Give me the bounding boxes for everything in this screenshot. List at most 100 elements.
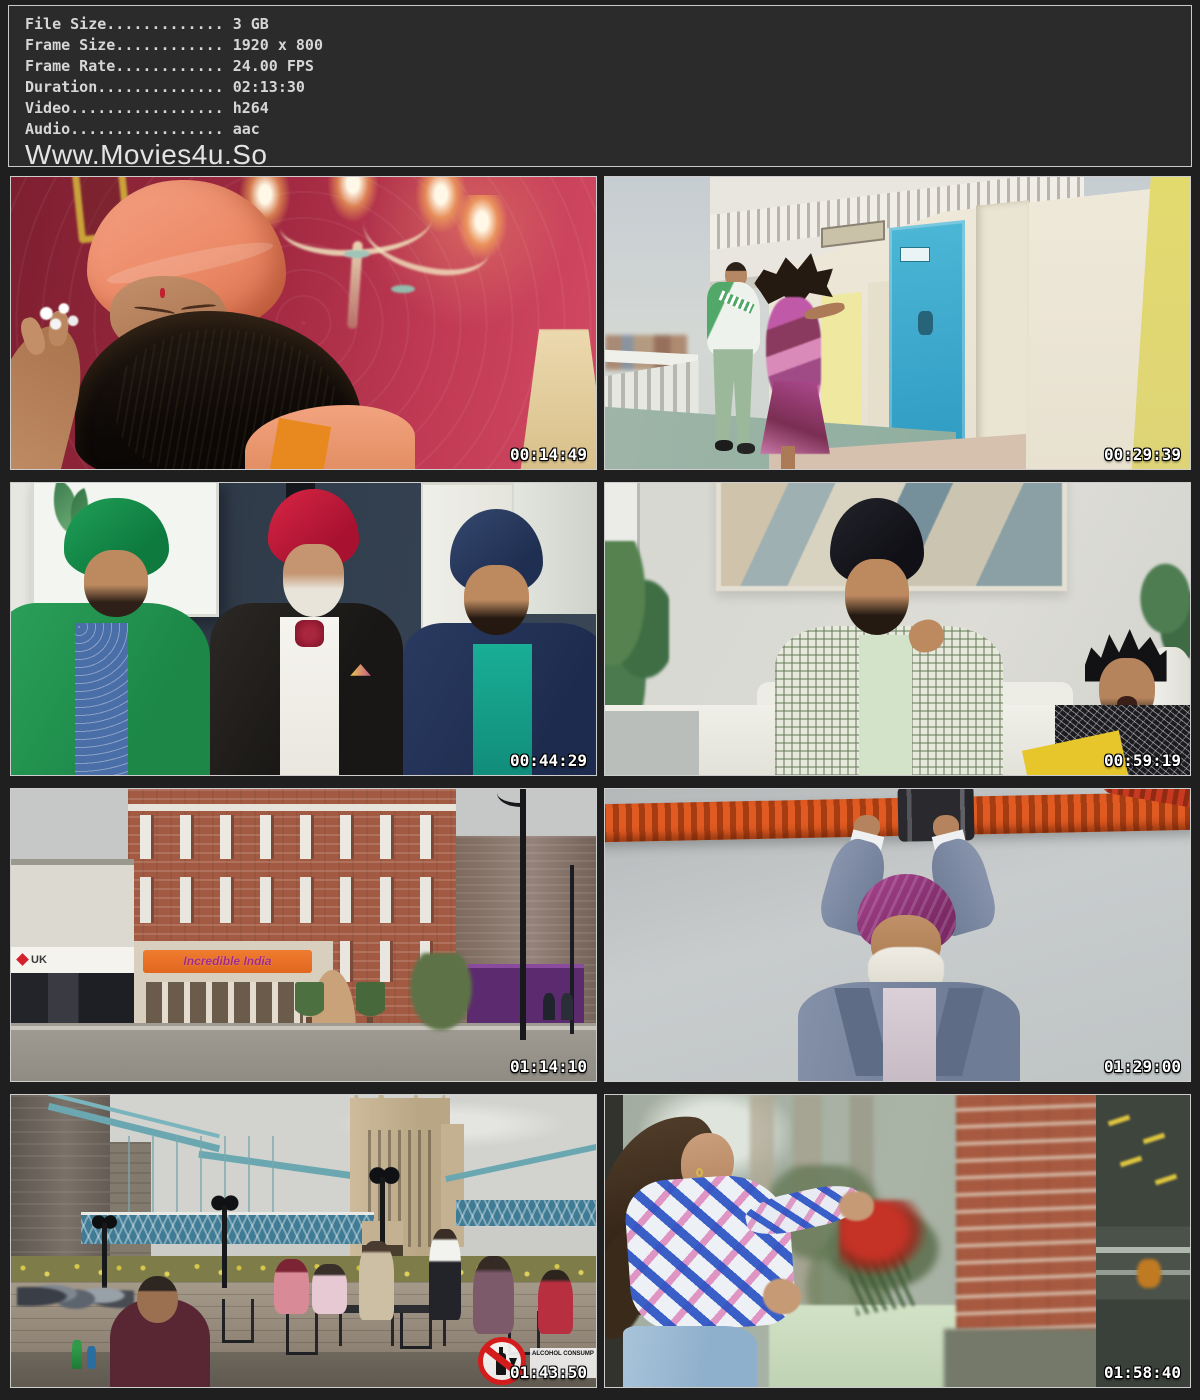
media-info-panel: File Size............. 3 GB Frame Size...…: [8, 5, 1192, 167]
meta-label: File Size.............: [25, 15, 224, 33]
scene6-shirt: [883, 988, 936, 1081]
timestamp-badge: 01:29:00: [1104, 1059, 1181, 1075]
scene5-pedestrian: [561, 993, 573, 1019]
scene7-bridge-deck: [81, 1212, 374, 1244]
thumbnail-7-tower-bridge-cafe: ALCOHOL CONSUMPTION IS INJURIOUS 01:43:5…: [10, 1094, 597, 1388]
scene7-maroon-turban-man: [274, 1259, 309, 1314]
scene5-street: UK Incredible India: [11, 789, 596, 1081]
scene2-door-plate: [900, 247, 929, 262]
meta-row-file-size: File Size............. 3 GB: [25, 14, 1191, 35]
scene5-dark-shop-window: [11, 973, 134, 1028]
scene1-white-flowers: [29, 297, 88, 338]
scene2-woman-leg: [781, 446, 795, 469]
scene5-pedestrian: [543, 993, 555, 1019]
scene8-hoop-earring: [696, 1168, 703, 1177]
meta-value: 24.00 FPS: [233, 57, 314, 75]
timestamp-badge: 01:14:10: [510, 1059, 587, 1075]
scene2-promenade: [605, 177, 1190, 469]
scene1-room: [11, 177, 596, 469]
timestamp-badge: 00:59:19: [1104, 753, 1181, 769]
meta-value: h264: [233, 99, 269, 117]
thumbnail-grid: 00:14:49: [10, 176, 1191, 1388]
meta-row-video: Video................. h264: [25, 98, 1191, 119]
scene4-man1-face: [845, 559, 909, 635]
scene7-cable-hangers: [128, 1136, 280, 1212]
scene8-throwing-hand: [839, 1191, 874, 1220]
scene3-room: [11, 483, 596, 775]
scene7-man-red-shirt: [538, 1270, 573, 1334]
scene7-cafe-chair: [286, 1311, 318, 1355]
meta-label: Frame Size............: [25, 36, 224, 54]
meta-row-frame-rate: Frame Rate............ 24.00 FPS: [25, 56, 1191, 77]
scene2-sneaker: [737, 443, 755, 455]
scene1-candle-glow: [456, 195, 508, 261]
meta-label: Frame Rate............: [25, 57, 224, 75]
scene7-beige-hoodie-man: [359, 1241, 394, 1320]
scene4-man1-sage-shirt: [859, 635, 912, 775]
scene5-lamp-post: [520, 789, 526, 1040]
scene5-incredible-india-sign: Incredible India: [143, 950, 313, 973]
scene2-sneaker: [715, 440, 733, 452]
scene1-glass-bobeche: [391, 285, 415, 293]
scene7-cafe-chair: [222, 1299, 254, 1343]
scene7-blue-bottle: [87, 1346, 96, 1369]
scene8-pale-green-planter: [769, 1305, 968, 1387]
scene5-window-row: [140, 815, 444, 859]
scene1-tilak-mark: [160, 288, 165, 298]
scene3-man2-cravat: [295, 620, 324, 646]
scene7-woman-in-pink: [312, 1264, 347, 1314]
thumbnail-8-woman-flowers: 01:58:40: [604, 1094, 1191, 1388]
scene8-brick-base-blur: [944, 1329, 1108, 1387]
scene7-seated-crowd: [17, 1270, 134, 1323]
scene5-cornice: [128, 804, 456, 811]
meta-value: aac: [233, 120, 260, 138]
scene8-blue-jeans: [623, 1326, 758, 1387]
timestamp-badge: 00:14:49: [510, 447, 587, 463]
meta-value: 3 GB: [233, 15, 269, 33]
scene4-living-room: [605, 483, 1190, 775]
meta-row-audio: Audio................. aac: [25, 119, 1191, 140]
scene4-grey-throw: [605, 711, 699, 775]
meta-label: Duration..............: [25, 78, 224, 96]
scene1-glass-bobeche: [344, 250, 370, 258]
scene6-sky: [605, 789, 1190, 1081]
meta-row-duration: Duration.............. 02:13:30: [25, 77, 1191, 98]
scene5-red-shop-logo: [16, 953, 29, 966]
scene5-road: [11, 1023, 596, 1081]
scene2-door-latch: [918, 311, 933, 334]
scene7-bridge-deck: [456, 1200, 596, 1226]
scene8-railing: [1096, 1247, 1190, 1253]
meta-label: Audio.................: [25, 120, 224, 138]
meta-value: 1920 x 800: [233, 36, 323, 54]
scene5-uk-shop-text: UK: [31, 954, 47, 966]
meta-value: 02:13:30: [233, 78, 305, 96]
warning-text: ALCOHOL CONSUMPTION IS INJURIOUS: [532, 1350, 594, 1358]
scene2-man-track-jacket: [707, 282, 760, 355]
thumbnail-4-sofa-men: 00:59:19: [604, 482, 1191, 776]
timestamp-badge: 00:44:29: [510, 753, 587, 769]
scene1-candle-glow: [327, 177, 379, 223]
scene1-saffron-sash: [270, 418, 331, 469]
thumbnail-5-london-street: UK Incredible India 01:14:10: [10, 788, 597, 1082]
scene7-foreground-man-head: [137, 1276, 178, 1323]
scene7-waiter-black-vest: [429, 1229, 461, 1320]
scene5-uk-shop-fascia: UK: [11, 947, 134, 973]
scene3-man3-face: [464, 565, 528, 635]
scene3-man1-blue-shirt: [75, 623, 128, 775]
scene5-street-tree: [403, 953, 479, 1041]
thumbnail-3-three-men: 00:44:29: [10, 482, 597, 776]
thumbnail-2-beach-huts: 00:29:39: [604, 176, 1191, 470]
scene4-plant-left: [605, 541, 669, 716]
scene8-blurred-brick-pillar: [956, 1095, 1102, 1343]
meta-label: Video.................: [25, 99, 224, 117]
thumbnail-6-hanging-pipe: 01:29:00: [604, 788, 1191, 1082]
scene3-man1-face: [84, 550, 148, 617]
scene5-kerb: [11, 1026, 596, 1030]
scene7-woman-floral-dress: [473, 1256, 514, 1335]
scene8-distant-figure: [1137, 1259, 1160, 1288]
scene5-window-row: [140, 877, 444, 924]
scene7-suspension-cable: [445, 1142, 596, 1182]
scene8-street-glass: [605, 1095, 1190, 1387]
timestamp-badge: 00:29:39: [1104, 447, 1181, 463]
scene5-restaurant-windows: [146, 982, 304, 1023]
